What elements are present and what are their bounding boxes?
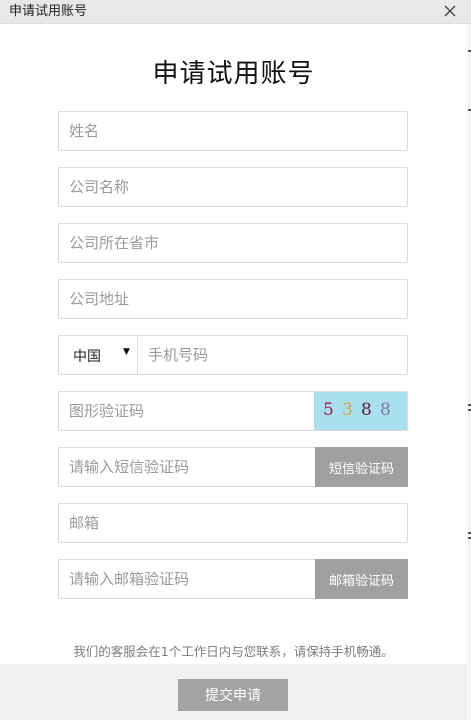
contact-notice: 我们的客服会在1个工作日内与您联系，请保持手机畅通。 [73,644,394,659]
captcha-digit: 8 [361,400,372,420]
company-name-input[interactable] [59,168,407,206]
email-field-box [58,503,408,543]
captcha-field-box: 5 3 8 8 [58,391,408,431]
send-sms-code-button[interactable]: 短信验证码 [315,447,408,487]
country-value: 中国 [73,349,101,365]
province-city-input[interactable] [59,224,407,262]
window-title: 申请试用账号 [9,4,88,19]
sms-code-input[interactable] [59,448,314,486]
page-title: 申请试用账号 [152,59,315,89]
submit-button[interactable]: 提交申请 [178,679,288,711]
captcha-image[interactable]: 5 3 8 8 [314,392,407,430]
sms-code-field-box: 短信验证码 [58,447,408,487]
company-field-box [58,167,408,207]
captcha-digit: 3 [342,400,353,420]
phone-input[interactable] [138,336,471,374]
captcha-input[interactable] [59,392,314,430]
country-select[interactable]: 中国 ▼ [59,336,138,374]
email-code-input[interactable] [59,560,314,598]
footer-bar: 提交申请 [0,664,467,720]
close-icon[interactable] [440,1,460,21]
email-code-field-box: 邮箱验证码 [58,559,408,599]
captcha-digit: 5 [323,400,334,420]
phone-field-box: 中国 ▼ [58,335,471,375]
email-input[interactable] [59,504,407,542]
window-titlebar: 申请试用账号 [0,0,471,24]
name-field-box [58,111,408,151]
name-input[interactable] [59,112,407,150]
captcha-digit: 8 [380,400,391,420]
address-field-box [58,279,408,319]
province-field-box [58,223,408,263]
dropdown-arrow-icon: ▼ [123,347,130,357]
company-address-input[interactable] [59,280,407,318]
send-email-code-button[interactable]: 邮箱验证码 [315,559,408,599]
